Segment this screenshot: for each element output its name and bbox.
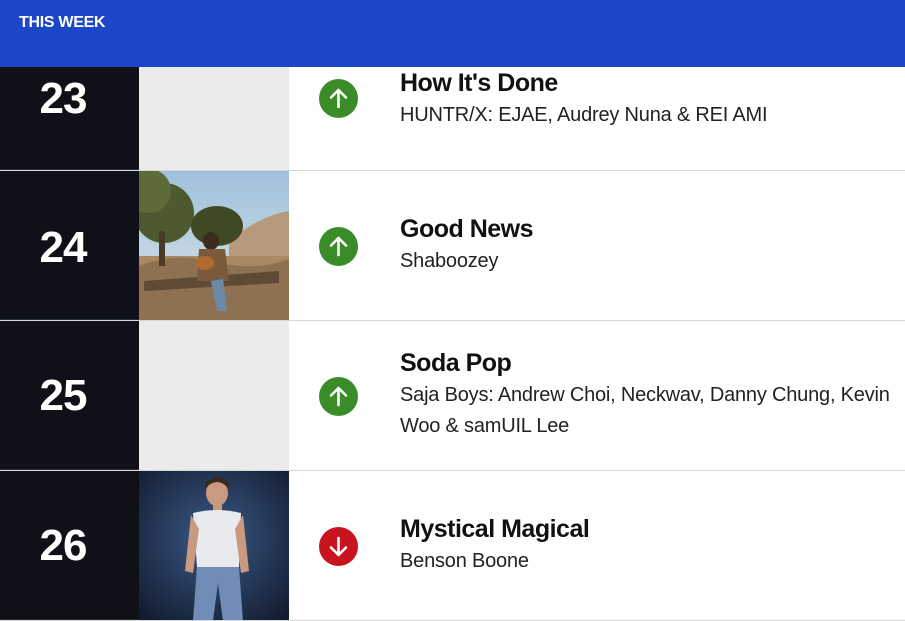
album-art-photo[interactable]	[139, 171, 289, 320]
trend-up-icon	[319, 79, 358, 118]
album-art-placeholder[interactable]	[139, 321, 289, 470]
artist-name[interactable]: Benson Boone	[400, 546, 895, 577]
album-art-placeholder[interactable]	[139, 67, 289, 170]
chart-list[interactable]: 23 How It's Done HUNTR/X: EJAE, Audrey N…	[0, 67, 905, 621]
rank-cell: 25	[0, 321, 139, 470]
rank-number: 24	[39, 223, 88, 272]
rank-number: 23	[39, 74, 88, 123]
header-bar: THIS WEEK	[0, 0, 905, 67]
trend-down-icon	[319, 527, 358, 566]
this-week-label: THIS WEEK	[19, 14, 106, 31]
song-title[interactable]: How It's Done	[400, 69, 558, 98]
song-title[interactable]: Mystical Magical	[400, 515, 590, 544]
chart-row[interactable]: 26 Mystical Magical Benson Boone	[0, 471, 905, 621]
rank-cell: 24	[0, 171, 139, 320]
artist-name[interactable]: Shaboozey	[400, 246, 895, 277]
chart-row[interactable]: 23 How It's Done HUNTR/X: EJAE, Audrey N…	[0, 67, 905, 171]
chart-row[interactable]: 24 Good News Shaboozey	[0, 171, 905, 321]
artist-name[interactable]: HUNTR/X: EJAE, Audrey Nuna & REI AMI	[400, 100, 895, 131]
song-title[interactable]: Soda Pop	[400, 349, 512, 378]
trend-up-icon	[319, 227, 358, 266]
album-art-photo[interactable]	[139, 471, 289, 620]
rank-number: 25	[39, 371, 88, 420]
rank-number: 26	[39, 521, 88, 570]
chart-row[interactable]: 25 Soda Pop Saja Boys: Andrew Choi, Neck…	[0, 321, 905, 471]
trend-up-icon	[319, 377, 358, 416]
rank-cell: 23	[0, 67, 139, 170]
song-title[interactable]: Good News	[400, 215, 534, 244]
rank-cell: 26	[0, 471, 139, 620]
artist-name[interactable]: Saja Boys: Andrew Choi, Neckwav, Danny C…	[400, 380, 895, 442]
